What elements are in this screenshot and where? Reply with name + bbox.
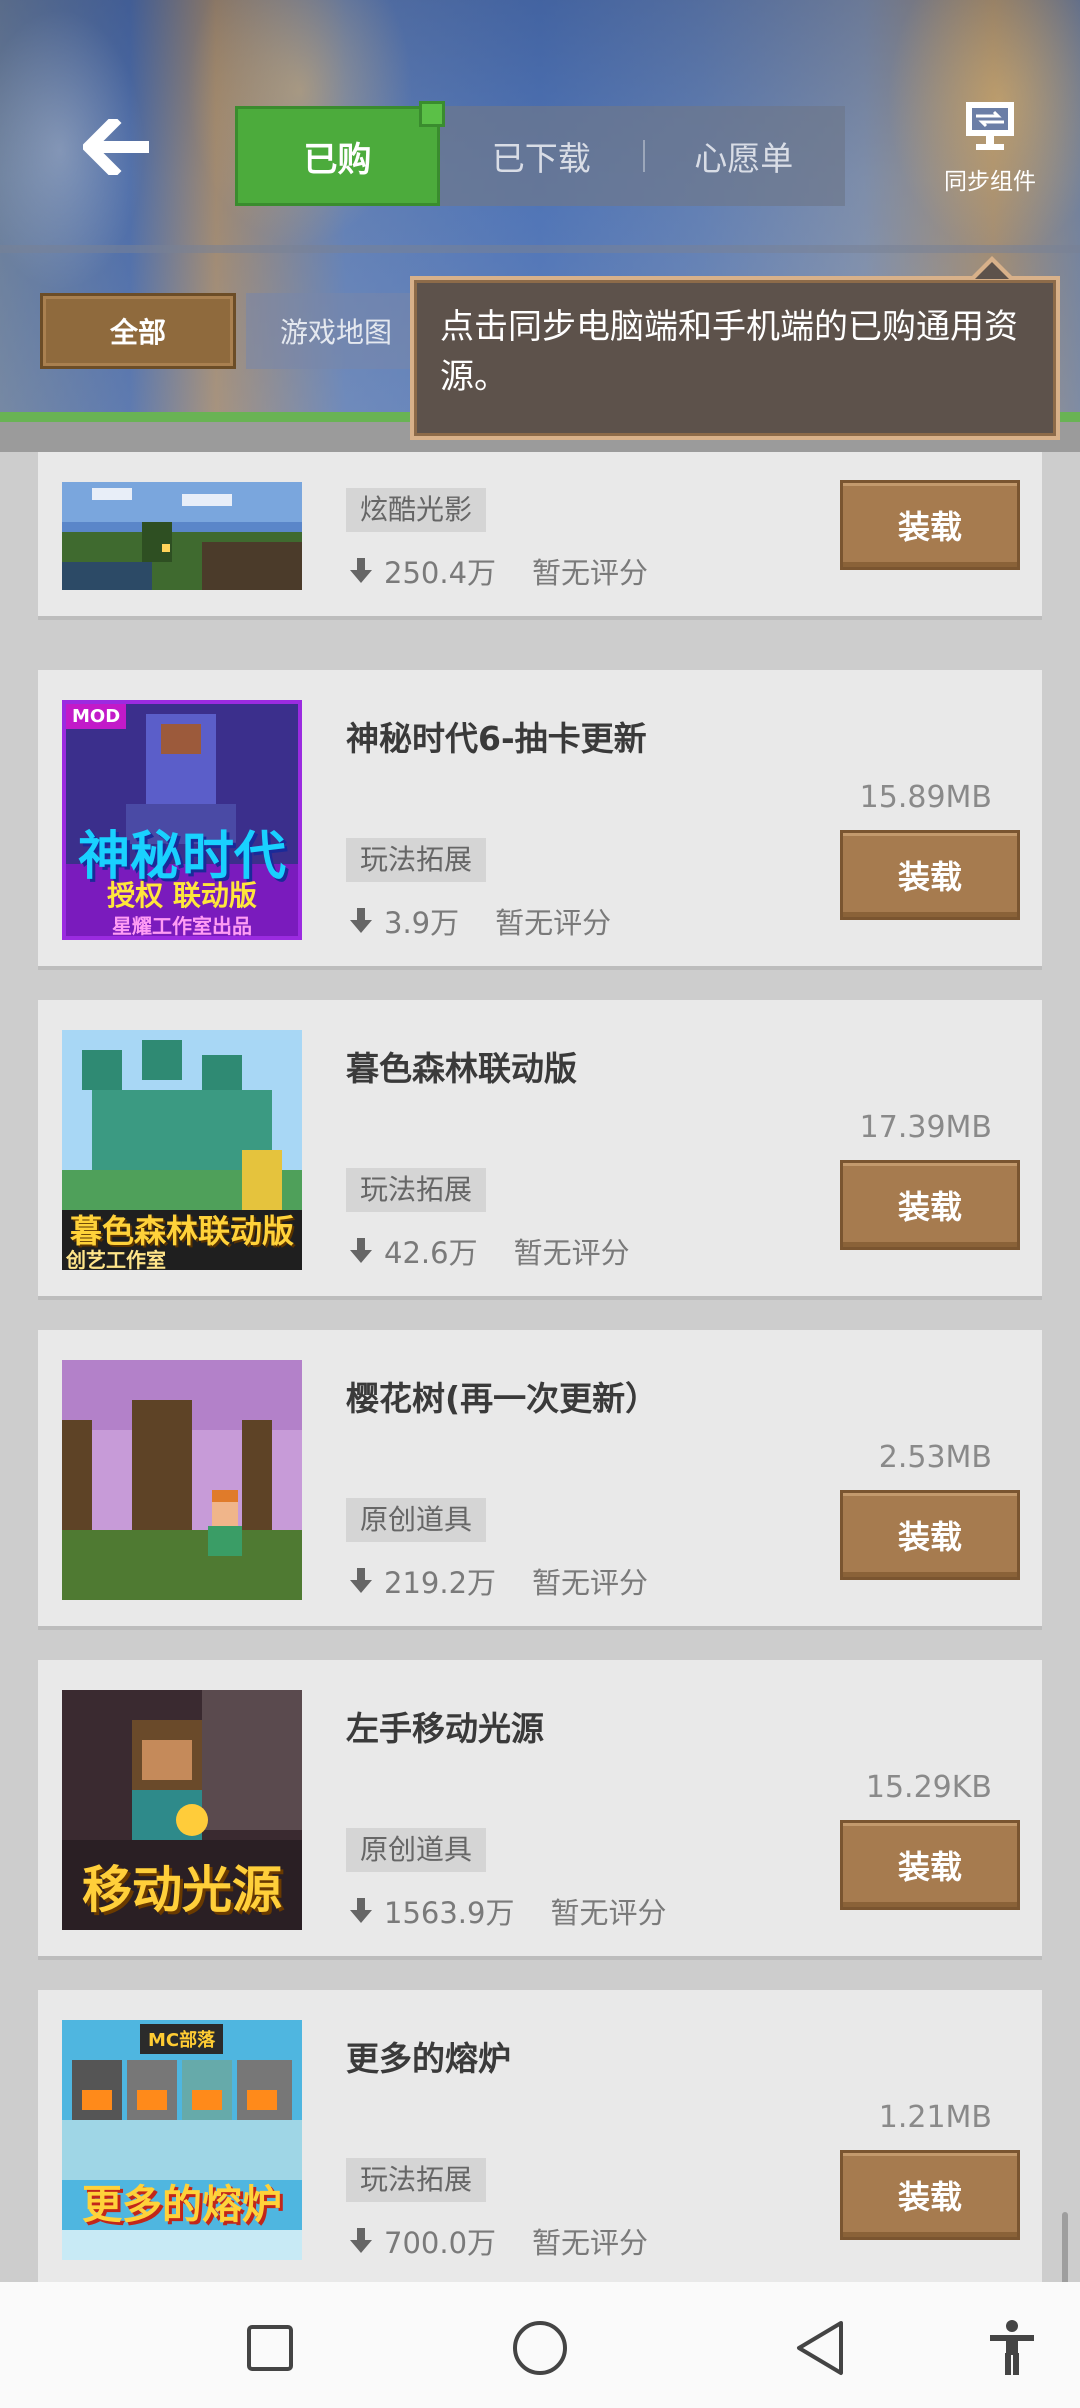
item-rating: 暂无评分 [532,1566,649,1600]
item-stats: 250.4万 暂无评分 [346,550,648,592]
item-size: 2.53MB [878,1440,992,1475]
item-stats: 700.0万 暂无评分 [346,2220,648,2262]
item-title: 神秘时代6-抽卡更新 [346,719,647,758]
tab-purchased[interactable]: 已购 [235,101,445,206]
load-button[interactable]: 装载 [840,1490,1020,1580]
mod-badge: MOD [66,704,127,729]
item-rating: 暂无评分 [513,1236,630,1270]
item-title: 暮色森林联动版 [346,1049,577,1088]
shader-scene-image [62,482,302,590]
list-item[interactable]: MC部落 更多的熔炉 更多的熔炉 1.21MB 玩法拓展 700.0万 暂无评分… [38,1990,1042,2282]
item-thumbnail [62,482,302,590]
item-thumbnail: 暮色森林联动版 创艺工作室 [62,1030,302,1270]
item-size: 15.89MB [859,780,992,815]
item-category-tag: 炫酷光影 [346,488,487,532]
tooltip-arrow-inner [975,262,1009,279]
tab-downloaded-label: 已下载 [491,139,591,178]
square-icon [247,2325,293,2371]
back-arrow-icon [83,119,149,175]
cherry-tree-image [62,1360,302,1600]
load-button[interactable]: 装载 [840,1160,1020,1250]
home-button[interactable] [510,2318,570,2378]
system-nav-bar [0,2282,1080,2408]
list-item[interactable]: 炫酷光影 250.4万 暂无评分 装载 [38,452,1042,620]
item-rating: 暂无评分 [532,556,649,590]
filter-all-label: 全部 [109,316,166,349]
tab-downloaded[interactable]: 已下载 [440,106,643,206]
item-download-count: 250.4万 [384,556,497,590]
item-download-count: 1563.9万 [384,1896,515,1930]
back-nav-button[interactable] [790,2318,850,2378]
header-divider [0,245,1080,253]
tab-separator [642,140,645,172]
item-category-tag: 玩法拓展 [346,2158,487,2202]
thumb-subtitle: 授权 联动版 [107,879,257,912]
item-download-count: 219.2万 [384,1566,497,1600]
item-title: 左手移动光源 [346,1709,544,1748]
download-icon [350,908,372,933]
item-thumbnail: MC部落 更多的熔炉 [62,2020,302,2260]
item-size: 1.21MB [878,2100,992,2135]
download-icon [350,1898,372,1923]
mc-badge: MC部落 [140,2024,224,2054]
item-size: 15.29KB [865,1770,992,1805]
item-category-tag: 玩法拓展 [346,838,487,882]
library-tabs: 已购 已下载 心愿单 [235,101,846,206]
item-title: 更多的熔炉 [346,2039,511,2078]
tab-purchased-label: 已购 [303,139,372,180]
accessibility-button[interactable] [982,2318,1042,2378]
tab-wishlist-label: 心愿单 [694,139,794,178]
sync-tooltip[interactable]: 点击同步电脑端和手机端的已购通用资源。 [410,276,1060,440]
load-button[interactable]: 装载 [840,1820,1020,1910]
item-stats: 219.2万 暂无评分 [346,1560,648,1602]
list-item[interactable]: 暮色森林联动版 创艺工作室 暮色森林联动版 17.39MB 玩法拓展 42.6万… [38,1000,1042,1300]
item-download-count: 700.0万 [384,2226,497,2260]
resource-list[interactable]: 炫酷光影 250.4万 暂无评分 装载 MOD 神秘时代 授权 联动版 星耀工作… [0,452,1080,2282]
download-icon [350,1568,372,1593]
item-stats: 3.9万 暂无评分 [346,900,611,942]
item-category-tag: 玩法拓展 [346,1168,487,1212]
load-button[interactable]: 装载 [840,830,1020,920]
item-category-tag: 原创道具 [346,1498,487,1542]
item-rating: 暂无评分 [550,1896,667,1930]
sync-components-label: 同步组件 [944,169,1036,195]
item-stats: 1563.9万 暂无评分 [346,1890,667,1932]
back-button[interactable] [78,112,158,182]
scrollbar[interactable] [1062,2212,1068,2282]
item-download-count: 3.9万 [384,906,460,940]
item-thumbnail: 移动光源 [62,1690,302,1930]
item-stats: 42.6万 暂无评分 [346,1230,630,1272]
thumb-footer: 星耀工作室出品 [112,914,252,938]
list-item[interactable]: 樱花树(再一次更新） 2.53MB 原创道具 219.2万 暂无评分 装载 [38,1330,1042,1630]
item-rating: 暂无评分 [495,906,612,940]
accessibility-icon [990,2320,1034,2375]
recent-apps-button[interactable] [240,2318,300,2378]
triangle-back-icon [797,2321,843,2375]
item-title: 樱花树(再一次更新） [346,1379,659,1418]
item-thumbnail [62,1360,302,1600]
load-button[interactable]: 装载 [840,2150,1020,2240]
filter-game-map[interactable]: 游戏地图 [246,293,426,369]
thumb-title: 更多的熔炉 [82,2182,282,2228]
load-button[interactable]: 装载 [840,480,1020,570]
tab-wishlist[interactable]: 心愿单 [642,106,846,206]
item-category-tag: 原创道具 [346,1828,487,1872]
list-item[interactable]: MOD 神秘时代 授权 联动版 星耀工作室出品 神秘时代6-抽卡更新 15.89… [38,670,1042,970]
sync-tooltip-text: 点击同步电脑端和手机端的已购通用资源。 [440,307,1018,397]
download-icon [350,2228,372,2253]
download-icon [350,558,372,583]
download-icon [350,1238,372,1263]
item-thumbnail: MOD 神秘时代 授权 联动版 星耀工作室出品 [62,700,302,940]
circle-icon [513,2321,567,2375]
filter-all[interactable]: 全部 [40,293,236,369]
item-download-count: 42.6万 [384,1236,478,1270]
filter-game-map-label: 游戏地图 [279,316,392,349]
thumb-title: 移动光源 [82,1861,282,1919]
list-item[interactable]: 移动光源 左手移动光源 15.29KB 原创道具 1563.9万 暂无评分 装载 [38,1660,1042,1960]
sync-monitor-icon [966,102,1014,150]
item-rating: 暂无评分 [532,2226,649,2260]
sync-components-button[interactable]: 同步组件 [930,100,1050,200]
thumb-footer: 创艺工作室 [66,1248,166,1270]
item-size: 17.39MB [859,1110,992,1145]
